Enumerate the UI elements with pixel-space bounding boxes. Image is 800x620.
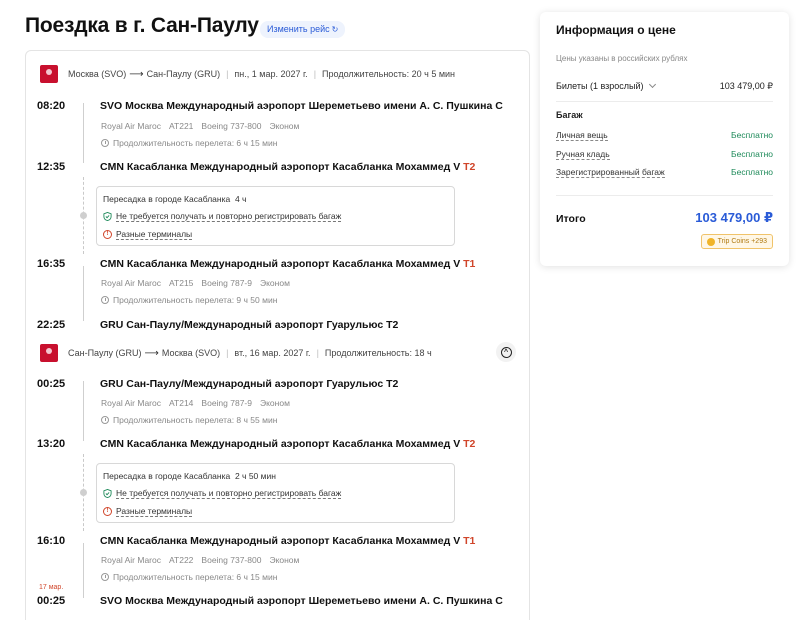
return-arr1-airport: CMN Касабланка Международный аэропорт Ка…	[100, 438, 476, 450]
return-flight1-info: Royal Air Maroc AT214 Boeing 787-9 Эконом	[101, 398, 290, 408]
layover-terminals[interactable]: ! Разные терминалы	[103, 506, 193, 517]
bag-personal-item[interactable]: Личная вещь	[556, 130, 608, 141]
return-from: Сан-Паулу (GRU)	[68, 348, 142, 358]
outbound-date: пн., 1 мар. 2027 г.	[234, 69, 308, 79]
return-arr2-date: 17 мар.	[39, 584, 64, 591]
clock-icon	[101, 296, 109, 304]
outbound-arr1-time: 12:35	[37, 161, 66, 173]
outbound-duration: Продолжительность: 20 ч 5 мин	[322, 69, 456, 79]
return-date: вт., 16 мар. 2027 г.	[234, 348, 311, 358]
outbound-dep1-airport: SVO Москва Международный аэропорт Шереме…	[100, 100, 503, 112]
warning-icon: !	[103, 507, 112, 516]
return-dep2-airport: CMN Касабланка Международный аэропорт Ка…	[100, 535, 476, 547]
return-to: Москва (SVO)	[161, 348, 221, 358]
outbound-flight1-info: Royal Air Maroc AT221 Boeing 737-800 Эконом	[101, 121, 300, 131]
return-arr2-time: 00:25	[37, 595, 66, 607]
return-flight1-duration: Продолжительность перелета: 8 ч 55 мин	[101, 415, 277, 425]
layover-baggage[interactable]: Не требуется получать и повторно регистр…	[103, 488, 342, 499]
price-currency-note: Цены указаны в российских рублях	[556, 54, 688, 63]
airline-logo-icon	[40, 344, 58, 362]
bag-carry-price: Бесплатно	[731, 149, 773, 159]
outbound-flight1-duration: Продолжительность перелета: 6 ч 15 мин	[101, 138, 277, 148]
change-flight-link[interactable]: Изменить рейс ↻	[260, 21, 346, 38]
clock-icon	[101, 139, 109, 147]
clock-icon	[101, 416, 109, 424]
return-arr2-airport: SVO Москва Международный аэропорт Шереме…	[100, 595, 503, 607]
warning-icon: !	[103, 230, 112, 239]
outbound-layover: Пересадка в городе Касабланка 4 ч Не тре…	[96, 186, 455, 246]
chevron-up-icon: ^	[500, 346, 512, 358]
return-layover: Пересадка в городе Касабланка 2 ч 50 мин…	[96, 463, 455, 523]
return-header: Сан-Паулу (GRU) ⟶ Москва (SVO) | вт., 16…	[68, 347, 432, 359]
return-dep2-time: 16:10	[37, 535, 66, 547]
collapse-return-button[interactable]: ^	[496, 342, 516, 362]
return-dep1-time: 00:25	[37, 378, 66, 390]
clock-icon	[101, 573, 109, 581]
total-price: 103 479,00 ₽	[695, 210, 773, 225]
outbound-arr2-time: 22:25	[37, 319, 66, 331]
page-title: Поездка в г. Сан-Паулу	[25, 14, 259, 37]
bag-carry-on[interactable]: Ручная кладь	[556, 149, 610, 160]
outbound-to: Сан-Паулу (GRU)	[146, 69, 221, 79]
total-label: Итого	[556, 213, 586, 225]
baggage-title: Багаж	[556, 110, 583, 120]
trip-coins-badge: Trip Coins +293	[700, 234, 773, 249]
return-flight2-info: Royal Air Maroc AT222 Boeing 737-800 Эконом	[101, 555, 300, 565]
outbound-dep2-time: 16:35	[37, 258, 66, 270]
change-flight-label: Изменить рейс	[267, 24, 330, 34]
return-arr1-time: 13:20	[37, 438, 66, 450]
layover-terminals[interactable]: ! Разные терминалы	[103, 229, 193, 240]
itinerary-card: Москва (SVO) ⟶ Сан-Паулу (GRU) | пн., 1 …	[25, 50, 530, 620]
shield-icon	[103, 212, 112, 221]
bag-personal-price: Бесплатно	[731, 130, 773, 140]
arrow-right-icon: ⟶	[129, 68, 144, 80]
layover-title: Пересадка в городе Касабланка 4 ч	[103, 194, 247, 204]
airline-logo-icon	[40, 65, 58, 83]
outbound-dep1-time: 08:20	[37, 100, 66, 112]
price-panel: Информация о цене Цены указаны в российс…	[540, 12, 789, 266]
layover-dot	[80, 489, 87, 496]
refresh-icon: ↻	[331, 25, 339, 34]
layover-title: Пересадка в городе Касабланка 2 ч 50 мин	[103, 471, 276, 481]
outbound-flight2-duration: Продолжительность перелета: 9 ч 50 мин	[101, 295, 277, 305]
outbound-dep2-airport: CMN Касабланка Международный аэропорт Ка…	[100, 258, 476, 270]
chevron-down-icon	[648, 80, 656, 89]
bag-checked[interactable]: Зарегистрированный багаж	[556, 167, 665, 178]
outbound-header: Москва (SVO) ⟶ Сан-Паулу (GRU) | пн., 1 …	[68, 68, 456, 80]
tickets-toggle[interactable]: Билеты (1 взрослый)	[556, 80, 656, 91]
arrow-right-icon: ⟶	[144, 347, 159, 359]
price-panel-title: Информация о цене	[556, 23, 676, 37]
return-duration: Продолжительность: 18 ч	[324, 348, 432, 358]
shield-icon	[103, 489, 112, 498]
return-dep1-airport: GRU Сан-Паулу/Международный аэропорт Гуа…	[100, 378, 399, 390]
layover-baggage[interactable]: Не требуется получать и повторно регистр…	[103, 211, 342, 222]
tickets-price: 103 479,00 ₽	[719, 81, 773, 91]
outbound-flight2-info: Royal Air Maroc AT215 Boeing 787-9 Эконом	[101, 278, 290, 288]
outbound-arr2-airport: GRU Сан-Паулу/Международный аэропорт Гуа…	[100, 319, 399, 331]
outbound-arr1-airport: CMN Касабланка Международный аэропорт Ка…	[100, 161, 476, 173]
bag-checked-price: Бесплатно	[731, 167, 773, 177]
layover-dot	[80, 212, 87, 219]
return-flight2-duration: Продолжительность перелета: 6 ч 15 мин	[101, 572, 277, 582]
coin-icon	[706, 237, 715, 246]
outbound-from: Москва (SVO)	[68, 69, 127, 79]
